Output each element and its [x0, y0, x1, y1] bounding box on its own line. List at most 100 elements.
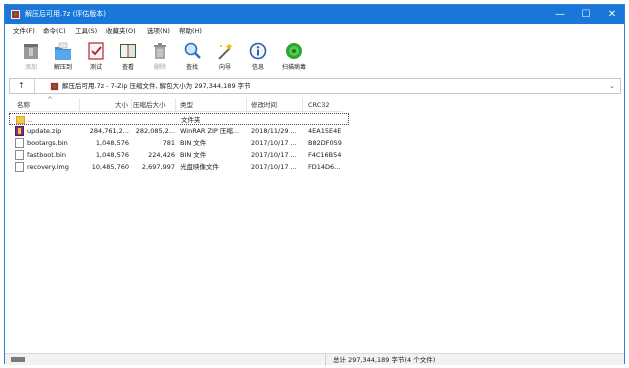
chevron-down-icon[interactable]: ⌄ [609, 82, 615, 90]
column-size[interactable]: 大小 [83, 101, 128, 109]
address-bar[interactable]: ↑ 解压后可用.7z - 7-Zip 压缩文件, 解包大小为 297,344,1… [9, 78, 621, 94]
file-name: fastboot.bin [27, 151, 66, 159]
file-size: 10,485,760 [91, 163, 129, 171]
file-crc32: F4C16B54 [308, 151, 342, 159]
up-arrow-icon[interactable]: ↑ [18, 81, 25, 91]
add-archive-icon [22, 41, 40, 61]
wizard-icon [216, 41, 234, 61]
file-list: .. 文件夹 update.zip 284,761,2... 282,085,2… [9, 113, 621, 353]
address-separator [34, 79, 35, 93]
list-item-fastboot-bin[interactable]: fastboot.bin 1,048,576 224,426 BIN 文件 20… [9, 149, 349, 161]
file-name: recovery.img [27, 163, 69, 171]
drive-icon [11, 357, 25, 362]
list-item-parent-folder[interactable]: .. 文件夹 [9, 113, 349, 125]
column-packed[interactable]: 压缩后大小 [133, 101, 166, 109]
list-item-update-zip[interactable]: update.zip 284,761,2... 282,085,2... Win… [9, 125, 349, 137]
menu-commands[interactable]: 命令(C) [43, 27, 66, 35]
view-button[interactable]: 查看 [113, 41, 143, 77]
info-label: 信息 [251, 64, 264, 71]
file-size: 1,048,576 [95, 151, 129, 159]
column-divider [246, 98, 247, 112]
menu-favorites[interactable]: 收藏夹(O) [106, 27, 136, 35]
file-type: 文件夹 [181, 116, 201, 124]
file-packed-size: 224,426 [148, 151, 175, 159]
file-crc32: FD14D6... [308, 163, 341, 171]
extract-to-label: 解压到 [53, 64, 72, 71]
sort-ascending-icon: ^ [47, 96, 53, 104]
delete-label: 删除 [153, 64, 166, 71]
column-type[interactable]: 类型 [180, 101, 193, 109]
find-button[interactable]: 查找 [177, 41, 207, 77]
winrar-window: 解压后可用.7z (评估版本) — ☐ ✕ 文件(F) 命令(C) 工具(S) … [4, 4, 625, 366]
status-bar: 总计 297,344,189 字节(4 个文件) [5, 353, 624, 366]
column-divider [79, 98, 80, 112]
file-type: 光盘映像文件 [180, 163, 219, 171]
menu-bar: 文件(F) 命令(C) 工具(S) 收藏夹(O) 选项(N) 帮助(H) [5, 24, 624, 38]
winrar-app-icon [11, 10, 20, 19]
file-icon [15, 138, 24, 148]
column-divider [175, 98, 176, 112]
file-type: BIN 文件 [180, 139, 207, 147]
file-name: bootargs.bin [27, 139, 68, 147]
find-icon [183, 41, 201, 61]
menu-tools[interactable]: 工具(S) [75, 27, 97, 35]
wizard-button[interactable]: 向导 [210, 41, 240, 77]
extract-to-button[interactable]: 解压到 [48, 41, 78, 77]
column-divider [302, 98, 303, 112]
file-crc32: B82DF059 [308, 139, 342, 147]
info-icon [249, 41, 267, 61]
column-divider [131, 98, 132, 112]
file-modified: 2017/10/17 ... [251, 151, 297, 159]
file-crc32: 4EA15E4E [308, 127, 342, 135]
add-button[interactable]: 添加 [16, 41, 46, 77]
menu-file[interactable]: 文件(F) [13, 27, 35, 35]
extract-to-icon [54, 41, 72, 61]
menu-help[interactable]: 帮助(H) [179, 27, 202, 35]
wizard-label: 向导 [218, 64, 231, 71]
file-name: .. [28, 116, 33, 124]
virus-scan-icon [285, 41, 303, 61]
info-button[interactable]: 信息 [243, 41, 273, 77]
delete-button[interactable]: 删除 [145, 41, 175, 77]
title-bar: 解压后可用.7z (评估版本) — ☐ ✕ [5, 5, 624, 24]
file-modified: 2017/10/17 ... [251, 139, 297, 147]
list-item-bootargs-bin[interactable]: bootargs.bin 1,048,576 781 BIN 文件 2017/1… [9, 137, 349, 149]
virus-scan-button[interactable]: 扫描病毒 [279, 41, 309, 77]
file-packed-size: 781 [162, 139, 175, 147]
file-type: BIN 文件 [180, 151, 207, 159]
find-label: 查找 [185, 64, 198, 71]
list-item-recovery-img[interactable]: recovery.img 10,485,760 2,697,997 光盘映像文件… [9, 161, 349, 173]
column-modified[interactable]: 修改时间 [251, 101, 277, 109]
file-icon [15, 150, 24, 160]
view-label: 查看 [121, 64, 134, 71]
archive-icon [50, 82, 59, 91]
toolbar: 添加 解压到 测试 查看 删除 查找 向导 信息 扫描病毒 [5, 38, 624, 77]
file-modified: 2017/10/17 ... [251, 163, 297, 171]
test-icon [87, 41, 105, 61]
file-type: WinRAR ZIP 压缩... [180, 127, 240, 135]
file-size: 284,761,2... [89, 127, 129, 135]
close-button[interactable]: ✕ [599, 5, 625, 24]
file-packed-size: 2,697,997 [141, 163, 175, 171]
column-crc32[interactable]: CRC32 [308, 101, 330, 109]
file-packed-size: 282,085,2... [135, 127, 175, 135]
menu-options[interactable]: 选项(N) [147, 27, 170, 35]
test-button[interactable]: 测试 [81, 41, 111, 77]
window-title: 解压后可用.7z (评估版本) [25, 10, 107, 18]
zip-icon [15, 126, 24, 136]
file-icon [15, 162, 24, 172]
view-icon [119, 41, 137, 61]
file-size: 1,048,576 [95, 139, 129, 147]
minimize-button[interactable]: — [547, 5, 573, 24]
file-modified: 2018/11/29 ... [251, 127, 297, 135]
archive-path: 解压后可用.7z - 7-Zip 压缩文件, 解包大小为 297,344,189… [62, 82, 251, 90]
column-name[interactable]: 名称 [17, 101, 30, 109]
file-name: update.zip [27, 127, 62, 135]
add-button-label: 添加 [24, 64, 37, 71]
status-summary: 总计 297,344,189 字节(4 个文件) [333, 356, 436, 364]
delete-icon [151, 41, 169, 61]
maximize-button[interactable]: ☐ [573, 5, 599, 24]
folder-icon [16, 116, 25, 124]
test-label: 测试 [89, 64, 102, 71]
virus-scan-label: 扫描病毒 [281, 64, 306, 71]
